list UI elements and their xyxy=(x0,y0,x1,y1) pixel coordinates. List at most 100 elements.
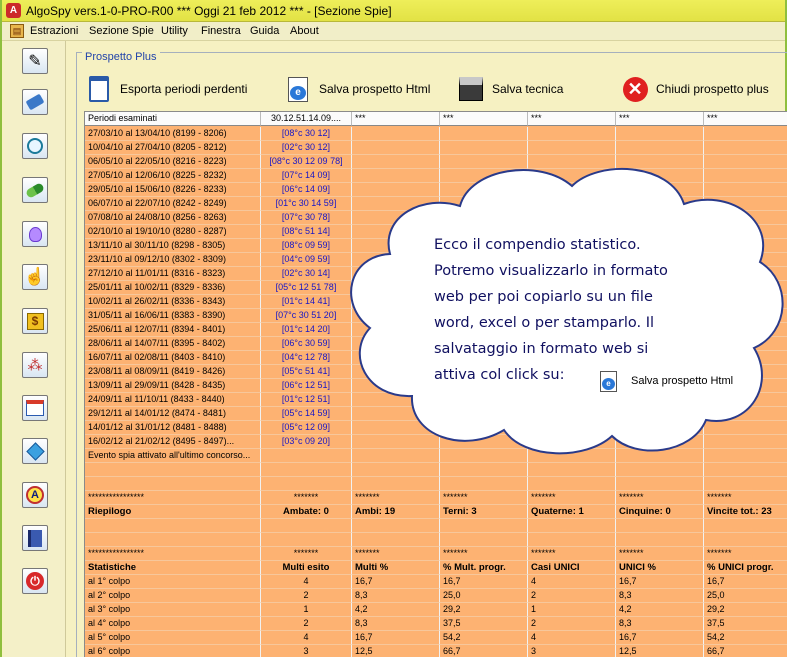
table-cell: [07°c 30 51 20] xyxy=(261,309,352,323)
period-row[interactable]: 10/04/10 al 27/04/10 (8205 - 8212) [02°c … xyxy=(85,141,787,155)
hand-icon[interactable]: ☝ xyxy=(22,264,48,290)
stats-row[interactable]: al 1° colpo 4 16,7 16,7 4 16,7 16,7 xyxy=(85,575,787,589)
table-cell: 02/10/10 al 19/10/10 (8280 - 8287) xyxy=(85,225,261,239)
table-cell: **************** xyxy=(85,491,261,505)
table-cell xyxy=(440,533,528,547)
table-cell: 8,3 xyxy=(352,617,440,631)
table-cell: ******* xyxy=(352,547,440,561)
book-icon[interactable] xyxy=(22,525,48,551)
table-cell: ******* xyxy=(440,547,528,561)
table-cell: UNICI % xyxy=(616,561,704,575)
stats-row[interactable]: al 5° colpo 4 16,7 54,2 4 16,7 54,2 xyxy=(85,631,787,645)
table-cell: [04°c 12 78] xyxy=(261,351,352,365)
column-header: Periodi esaminati xyxy=(85,112,261,126)
document-menu-icon[interactable]: ▤ xyxy=(10,24,24,38)
callout-line: web per poi copiarlo su un file xyxy=(434,289,653,305)
stats-row[interactable]: al 2° colpo 2 8,3 25,0 2 8,3 25,0 xyxy=(85,589,787,603)
menu-sezione-spie[interactable]: Sezione Spie xyxy=(89,25,154,37)
summary-row[interactable]: Riepilogo Ambate: 0 Ambi: 19 Terni: 3 Quater… xyxy=(85,505,787,519)
calendar-icon[interactable] xyxy=(22,395,48,421)
table-cell xyxy=(261,519,352,533)
table-cell: al 5° colpo xyxy=(85,631,261,645)
table-cell: [08°c 30 12] xyxy=(261,127,352,141)
close-plus-label: Chiudi prospetto plus xyxy=(656,82,769,96)
table-cell xyxy=(352,127,440,141)
table-cell: ******* xyxy=(528,547,616,561)
table-cell: Statistiche xyxy=(85,561,261,575)
table-cell xyxy=(352,463,440,477)
table-cell: Multi esito xyxy=(261,561,352,575)
table-cell: 66,7 xyxy=(440,645,528,657)
empty-row[interactable] xyxy=(85,519,787,533)
pencil-icon[interactable]: ✎ xyxy=(22,48,48,74)
panel-title: Prospetto Plus xyxy=(82,51,160,63)
table-cell: 25,0 xyxy=(704,589,787,603)
table-cell xyxy=(85,463,261,477)
table-cell xyxy=(704,141,787,155)
stats-row[interactable]: al 4° colpo 2 8,3 37,5 2 8,3 37,5 xyxy=(85,617,787,631)
close-plus-button[interactable]: ✕ Chiudi prospetto plus xyxy=(622,72,769,106)
table-cell: 1 xyxy=(261,603,352,617)
save-html-button[interactable]: e Salva prospetto Html xyxy=(285,72,430,106)
header-row[interactable]: Periodi esaminati 30.12.51.14.09.... *** **… xyxy=(85,112,787,126)
table-cell: 3 xyxy=(528,645,616,657)
menu-estrazioni[interactable]: Estrazioni xyxy=(30,25,78,37)
table-cell: [01°c 14 20] xyxy=(261,323,352,337)
table-cell: 3 xyxy=(261,645,352,657)
stats-row[interactable]: al 3° colpo 1 4,2 29,2 1 4,2 29,2 xyxy=(85,603,787,617)
menu-utility[interactable]: Utility xyxy=(161,25,188,37)
table-cell: [02°c 30 12] xyxy=(261,141,352,155)
menu-guida[interactable]: Guida xyxy=(250,25,279,37)
table-cell xyxy=(440,127,528,141)
clock-icon[interactable] xyxy=(22,133,48,159)
table-cell: 4 xyxy=(261,575,352,589)
table-cell: ******* xyxy=(440,491,528,505)
letter-a-icon[interactable]: A xyxy=(22,482,48,508)
table-cell: Casi UNICI xyxy=(528,561,616,575)
table-cell: 4 xyxy=(261,631,352,645)
empty-row[interactable] xyxy=(85,533,787,547)
table-cell: 06/05/10 al 22/05/10 (8216 - 8223) xyxy=(85,155,261,169)
callout-line: salvataggio in formato web si xyxy=(434,341,649,357)
table-cell xyxy=(704,463,787,477)
empty-row[interactable] xyxy=(85,477,787,491)
table-cell: [05°c 12 51 78] xyxy=(261,281,352,295)
eraser-icon[interactable] xyxy=(22,89,48,115)
floppy-disk-icon xyxy=(458,75,484,103)
table-cell xyxy=(704,477,787,491)
lightbulb-icon[interactable] xyxy=(22,221,48,247)
capsule-icon[interactable] xyxy=(22,177,48,203)
table-cell xyxy=(352,533,440,547)
period-row[interactable]: 27/03/10 al 13/04/10 (8199 - 8206) [08°c … xyxy=(85,127,787,141)
table-cell: Cinquine: 0 xyxy=(616,505,704,519)
dollar-icon[interactable]: $ xyxy=(22,308,48,334)
diamond-icon[interactable] xyxy=(22,438,48,464)
table-cell: Multi % xyxy=(352,561,440,575)
table-cell xyxy=(616,533,704,547)
title-bar[interactable]: A AlgoSpy vers.1-0-PRO-R00 *** Oggi 21 f… xyxy=(2,0,785,22)
separator-row[interactable]: **************** ******* ******* ******* ***… xyxy=(85,491,787,505)
table-cell: 12,5 xyxy=(352,645,440,657)
table-cell: 16,7 xyxy=(616,631,704,645)
callout-button-label: Salva prospetto Html xyxy=(631,375,734,387)
empty-row[interactable] xyxy=(85,463,787,477)
separator-row[interactable]: **************** ******* ******* ******* ***… xyxy=(85,547,787,561)
save-technique-label: Salva tecnica xyxy=(492,82,564,96)
power-icon[interactable]: ⏻ xyxy=(22,568,48,594)
save-technique-button[interactable]: Salva tecnica xyxy=(458,72,563,106)
stats-row[interactable]: al 6° colpo 3 12,5 66,7 3 12,5 66,7 xyxy=(85,645,787,657)
table-cell: ******* xyxy=(616,547,704,561)
menu-about[interactable]: About xyxy=(290,25,319,37)
stats-header-row[interactable]: Statistiche Multi esito Multi %% Mult. pro… xyxy=(85,561,787,575)
table-cell: 27/12/10 al 11/01/11 (8316 - 8323) xyxy=(85,267,261,281)
callout-line: Potremo visualizzarlo in formato xyxy=(434,263,668,279)
callout-text: Ecco il compendio statistico. Potremo vi… xyxy=(434,232,764,388)
table-cell: Vincite tot.: 23 xyxy=(704,505,787,519)
table-cell xyxy=(616,141,704,155)
pyramid-icon[interactable]: ⁂ xyxy=(22,352,48,378)
table-cell: 06/07/10 al 22/07/10 (8242 - 8249) xyxy=(85,197,261,211)
export-lost-periods-button[interactable]: Esporta periodi perdenti xyxy=(86,72,247,106)
menu-finestra[interactable]: Finestra xyxy=(201,25,241,37)
table-cell: Evento spia attivato all'ultimo concorso… xyxy=(85,449,261,463)
table-cell: 54,2 xyxy=(440,631,528,645)
